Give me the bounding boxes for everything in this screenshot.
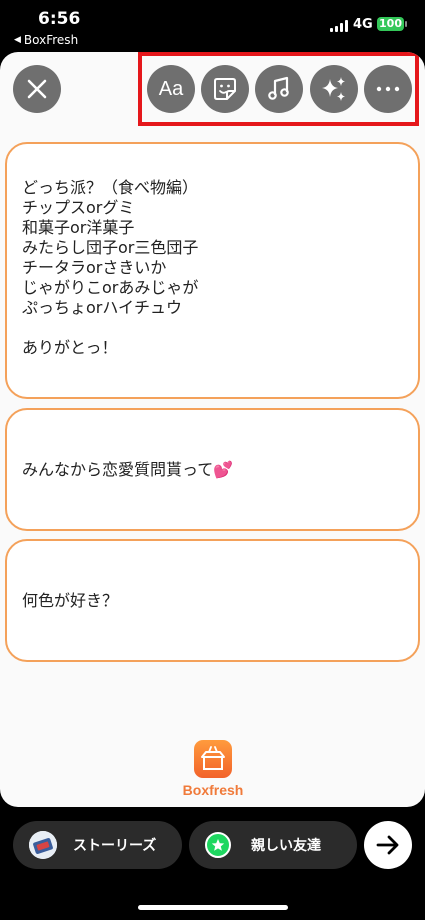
question-card-2[interactable]: みんなから恋愛質問貰って💕 xyxy=(5,408,420,531)
card3-text: 何色が好き？ xyxy=(22,591,119,610)
network-type: 4G xyxy=(353,17,373,32)
question-card-1[interactable]: どっち派？（食べ物編） チップスorグミ 和菓子or洋菓子 みたらし団子or三色… xyxy=(5,142,420,399)
card1-line: ありがとっ！ xyxy=(22,338,118,357)
card1-line: チータラorさきいか xyxy=(22,258,167,277)
music-button[interactable] xyxy=(255,65,303,113)
brand-name: Boxfresh xyxy=(182,782,244,798)
two-hearts-icon: 💕 xyxy=(213,460,234,479)
effects-button[interactable] xyxy=(310,65,358,113)
status-bar: 6:56 ◀ BoxFresh 4G 100 xyxy=(0,0,425,50)
card1-line: チップスorグミ xyxy=(22,198,135,217)
next-button[interactable] xyxy=(364,821,412,869)
avatar xyxy=(29,831,57,859)
question-card-3[interactable]: 何色が好き？ xyxy=(5,539,420,662)
music-icon xyxy=(268,76,289,100)
back-app-label: BoxFresh xyxy=(23,33,79,47)
cellular-signal-icon xyxy=(330,20,348,32)
sticker-button[interactable] xyxy=(201,65,249,113)
home-indicator[interactable] xyxy=(138,905,288,910)
card1-line: 和菓子or洋菓子 xyxy=(22,218,135,237)
story-canvas: Aa どっち派？（食べ物編） チップスorグミ 和菓子or洋菓子 みたらし団子o… xyxy=(0,52,425,807)
close-button[interactable] xyxy=(13,65,61,113)
boxfresh-logo-icon xyxy=(194,740,232,778)
close-icon xyxy=(27,79,47,99)
share-to-stories-button[interactable]: ストーリーズ xyxy=(13,821,182,869)
arrow-right-icon xyxy=(376,835,399,855)
card1-line: じゃがりこorあみじゃが xyxy=(22,278,199,297)
text-icon: Aa xyxy=(158,77,184,100)
brand-watermark: Boxfresh xyxy=(177,740,249,798)
close-friends-label: 親しい友達 xyxy=(251,838,321,854)
stories-label: ストーリーズ xyxy=(73,838,157,854)
card1-blank-line xyxy=(22,318,418,338)
status-time: 6:56 xyxy=(38,9,81,29)
card1-line: どっち派？（食べ物編） xyxy=(22,178,199,197)
share-close-friends-button[interactable]: 親しい友達 xyxy=(189,821,357,869)
card2-text: みんなから恋愛質問貰って xyxy=(22,460,214,479)
back-triangle-icon: ◀ xyxy=(14,35,21,45)
close-friends-star-icon xyxy=(205,832,231,858)
more-icon xyxy=(376,86,400,92)
more-button[interactable] xyxy=(364,65,412,113)
profile-avatar-icon xyxy=(29,831,57,859)
sticker-icon xyxy=(214,78,236,100)
back-to-app-link[interactable]: ◀ BoxFresh xyxy=(14,33,78,47)
card1-line: みたらし団子or三色団子 xyxy=(22,238,199,257)
battery-icon: 100 xyxy=(377,17,407,31)
effects-icon xyxy=(322,77,345,101)
card1-line: ぷっちょorハイチュウ xyxy=(22,298,183,317)
text-button[interactable]: Aa xyxy=(147,65,195,113)
